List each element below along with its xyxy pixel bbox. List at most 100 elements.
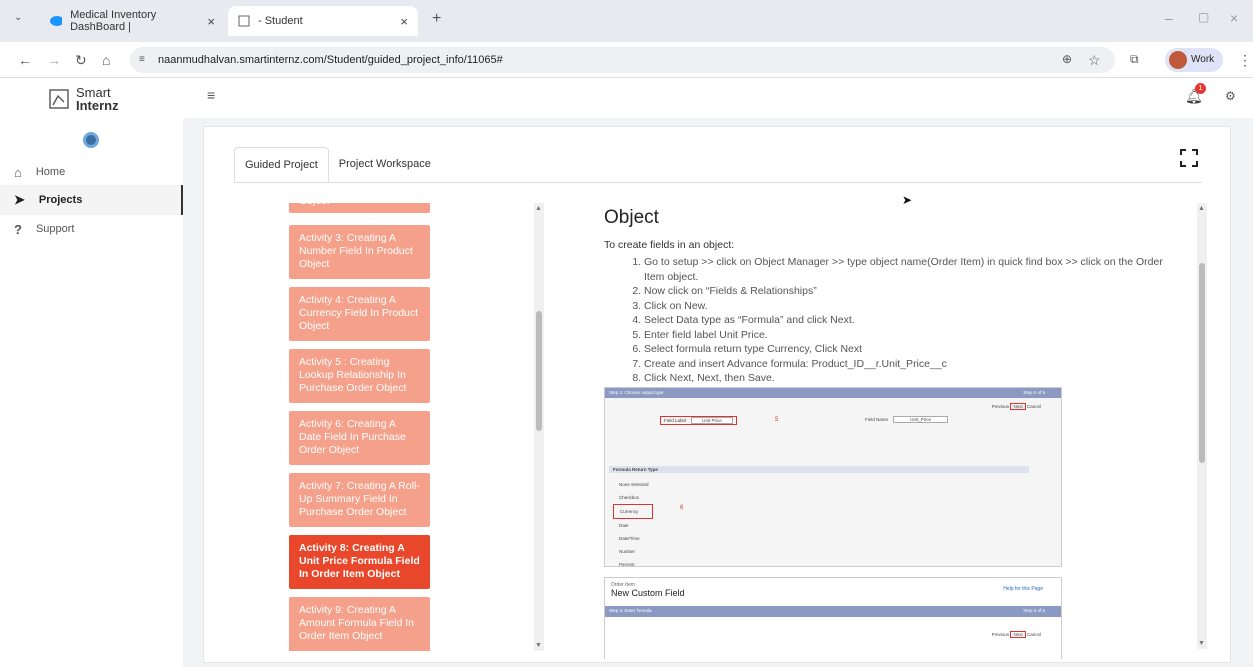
sidebar-item-support[interactable]: ? Support [0,214,183,244]
scroll-thumb[interactable] [1199,263,1205,463]
bookmark-star-icon[interactable]: ☆ [1088,52,1101,69]
content-heading: Object [604,207,659,228]
fullscreen-icon[interactable] [1180,149,1198,167]
project-card: Guided Project Project Workspace Object … [203,126,1231,663]
screenshot-return-type-header: Formula Return Type [609,466,1029,473]
scroll-down-icon[interactable]: ▼ [1198,640,1205,647]
back-icon[interactable]: ← [18,52,32,68]
screenshot2-step-count: Step 3 of 5 [1023,608,1045,613]
notification-badge: 1 [1195,83,1206,94]
maximize-icon[interactable]: ▢ [1198,10,1209,24]
hamburger-menu-icon[interactable]: ≡ [207,87,215,103]
intro-text: To create fields in an object: [604,239,735,251]
avatar [1169,51,1187,69]
screenshot2-cancel-button: Cancel [1026,632,1041,637]
step-item: Select formula return type Currency, Cli… [644,342,1164,357]
screenshot-option: Percent [619,562,635,567]
screenshot-field-label-value: Unit Price [691,417,733,424]
step-item: Now click on “Fields & Relationships” [644,284,1164,299]
minimize-icon[interactable]: – [1165,10,1173,26]
paper-plane-icon: ➤ [14,192,25,207]
tab-project-workspace[interactable]: Project Workspace [329,147,441,182]
sidebar-item-projects[interactable]: ➤ Projects [0,185,183,215]
tab-title: Medical Inventory DashBoard | [70,9,157,33]
scroll-up-icon[interactable]: ▲ [1198,205,1205,212]
extensions-icon[interactable]: ⧉ [1130,52,1139,67]
scroll-down-icon[interactable]: ▼ [535,642,542,649]
screenshot2-next-button: Next [1010,631,1026,638]
step-item: Create and insert Advance formula: Produ… [644,357,1164,372]
home-icon[interactable]: ⌂ [102,52,110,68]
screenshot2-title: New Custom Field [611,588,685,598]
close-window-icon[interactable]: × [1230,10,1238,26]
main-area: ≡ 🔔︎ 1 ⚙ Guided Project Project Workspac… [183,78,1253,667]
profile-label: Work [1191,54,1215,65]
screenshot2-step-title: Step 3. Enter formula [609,608,652,613]
logo-text-bottom: Internz [76,98,119,113]
close-tab-icon[interactable]: × [400,14,408,29]
screenshot-nav-buttons: Previous Next Cancel [992,403,1041,410]
scroll-thumb[interactable] [536,311,542,431]
menu-icon[interactable]: ⋮ [1238,52,1252,69]
home-icon: ⌂ [14,164,22,180]
activity-item[interactable]: Activity 6: Creating A Date Field In Pur… [289,411,430,465]
new-tab-icon[interactable]: + [432,10,441,28]
zoom-icon[interactable]: ⊕ [1062,52,1072,66]
user-avatar[interactable] [83,132,99,148]
tab-search-icon[interactable]: ⌄ [14,12,22,23]
activity-item[interactable]: Activity 9: Creating A Amount Formula Fi… [289,597,430,651]
screenshot-field-label-label: Field Label [664,418,687,423]
content-scrollbar[interactable]: ▲ ▼ [1197,203,1207,649]
screenshot-field-name-value: Unit_Price [893,416,949,423]
browser-tab-student[interactable]: - Student × [228,6,418,36]
step-item: Select Data type as “Formula” and click … [644,313,1164,328]
sidebar-item-home[interactable]: ⌂ Home [0,157,183,187]
screenshot2-previous-button: Previous [991,632,1010,637]
screenshot2-nav-buttons: Previous Next Cancel [991,631,1041,638]
url-field[interactable]: ≡ naanmudhalvan.smartinternz.com/Student… [130,47,1115,73]
screenshot-cancel-button: Cancel [1026,404,1041,409]
screenshot-marker-6: 6 [680,505,684,511]
salesforce-cloud-icon [50,16,63,26]
settings-gear-icon[interactable]: ⚙ [1225,89,1236,103]
tab-title: - Student [258,15,303,27]
browser-tab-strip: ⌄ Medical Inventory DashBoard | × - Stud… [0,0,1253,42]
activity-item-selected[interactable]: Activity 8: Creating A Unit Price Formul… [289,535,430,589]
sidebar-item-label: Support [35,223,75,235]
activity-item[interactable]: Activity 3: Creating A Number Field In P… [289,225,430,279]
site-info-icon[interactable]: ≡ [139,47,145,73]
browser-tab-dashboard[interactable]: Medical Inventory DashBoard | × [40,6,225,36]
screenshot-step-count: Step 2 of 5 [1023,390,1045,395]
sidebar-item-label: Projects [38,194,83,206]
step-item: Enter field label Unit Price. [644,328,1164,343]
screenshot-option: Date [619,523,629,528]
activity-scrollbar[interactable]: ▲ ▼ [534,203,544,651]
activity-item[interactable]: Object [289,203,430,213]
close-tab-icon[interactable]: × [207,14,215,29]
sidebar: Smart Internz ⌂ Home ➤ Projects ? Suppor… [0,78,183,667]
sidebar-item-label: Home [35,166,66,178]
forward-icon[interactable]: → [47,52,61,68]
step-item: Click on New. [644,299,1164,314]
activity-item[interactable]: Activity 5 : Creating Lookup Relationshi… [289,349,430,403]
activity-item[interactable]: Activity 4: Creating A Currency Field In… [289,287,430,341]
app-topbar: ≡ 🔔︎ 1 ⚙ [183,78,1253,118]
instruction-content: Object To create fields in an object: Go… [604,199,1164,659]
activity-list: Object Activity 3: Creating A Number Fie… [289,203,430,651]
activity-item[interactable]: Activity 7: Creating A Roll-Up Summary F… [289,473,430,527]
reload-icon[interactable]: ↻ [75,52,87,69]
tab-guided-project[interactable]: Guided Project [234,147,329,182]
screenshot-step-title: Step 2. Choose output type [609,390,664,395]
screenshot-marker-5: 5 [775,417,779,423]
screenshot-option: Number [619,549,636,554]
screenshot2-subtitle: Order Item [611,582,635,588]
steps-list: Go to setup >> click on Object Manager >… [644,255,1164,386]
smartinternz-logo-icon [49,89,69,109]
scroll-up-icon[interactable]: ▲ [535,205,542,212]
page-icon [238,15,250,27]
screenshot-option: Checkbox [619,495,640,500]
step-item: Click Next, Next, then Save. [644,371,1164,386]
profile-button[interactable]: Work [1165,48,1223,72]
screenshot-new-custom-field: Order Item New Custom Field Help for thi… [604,577,1062,659]
logo[interactable]: Smart Internz [48,86,119,112]
